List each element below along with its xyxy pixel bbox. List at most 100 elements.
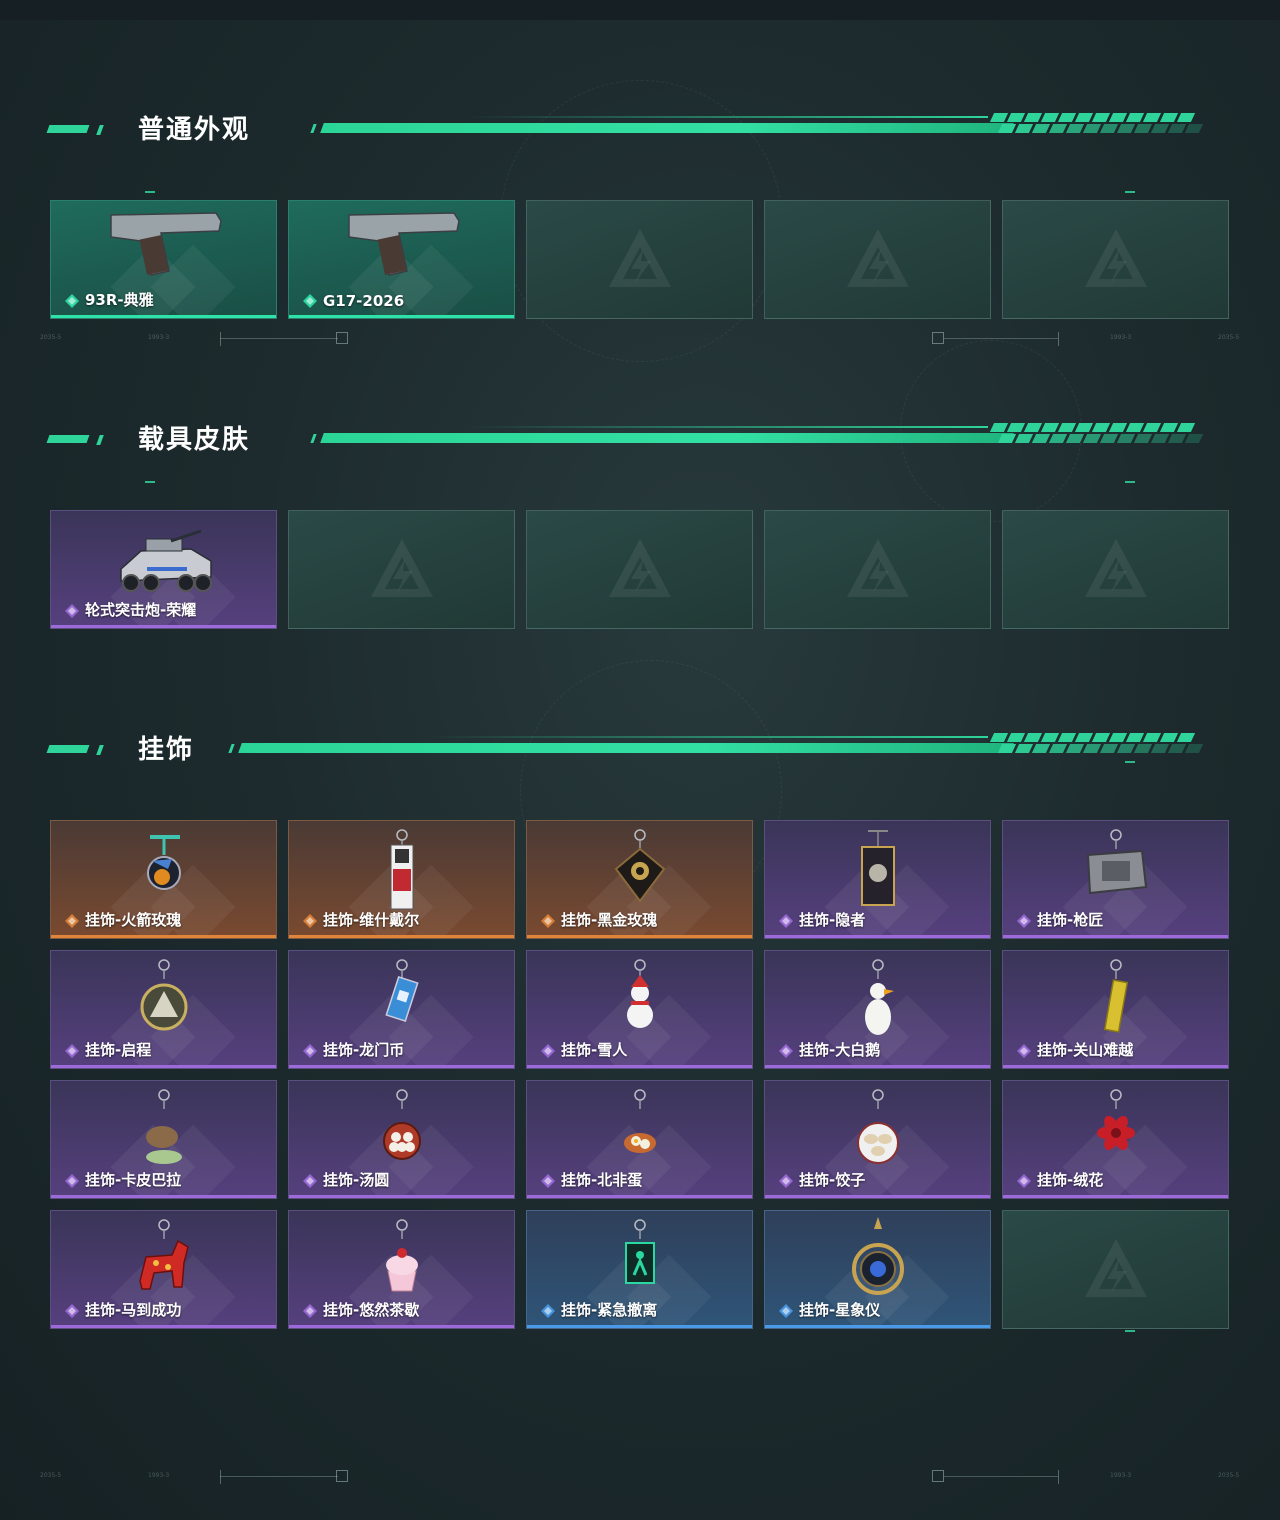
rarity-bar [51, 1195, 276, 1198]
item-card[interactable]: 挂饰-马到成功 [50, 1210, 277, 1329]
item-card[interactable]: G17-2026 [288, 200, 515, 319]
item-card[interactable]: 挂饰-隐者 [764, 820, 991, 939]
item-card[interactable]: 挂饰-黑金玫瑰 [526, 820, 753, 939]
checker-cell [1099, 124, 1119, 133]
item-card[interactable]: 挂饰-绒花 [1002, 1080, 1229, 1199]
checker-cell [1057, 423, 1077, 432]
item-label: 挂饰-枪匠 [1037, 911, 1104, 929]
checker-cell [1031, 124, 1051, 133]
item-card[interactable]: 挂饰-北非蛋 [526, 1080, 753, 1199]
charm-grid: 挂饰-火箭玫瑰 挂饰-维什戴尔 挂饰-黑金玫瑰 挂饰-隐者 挂饰-枪匠挂饰-启程 挂饰-龙… [50, 820, 1229, 1329]
empty-slot[interactable] [1002, 1210, 1229, 1329]
checker-cell [1167, 434, 1187, 443]
checker-cell [1048, 124, 1068, 133]
checker-cell [1108, 423, 1128, 432]
rarity-bar [527, 1065, 752, 1068]
checker-cell [1108, 733, 1128, 742]
game-logo-icon [609, 539, 671, 597]
item-label: 挂饰-龙门币 [323, 1041, 405, 1059]
item-card[interactable]: 轮式突击炮-荣耀 [50, 510, 277, 629]
rarity-diamond-icon [541, 914, 555, 928]
item-label: 挂饰-维什戴尔 [323, 911, 420, 929]
rarity-bar [51, 935, 276, 938]
empty-slot[interactable] [1002, 510, 1229, 629]
item-card[interactable]: 挂饰-龙门币 [288, 950, 515, 1069]
checker-cell [1065, 124, 1085, 133]
item-card[interactable]: 挂饰-紧急撤离 [526, 1210, 753, 1329]
item-card[interactable]: 挂饰-星象仪 [764, 1210, 991, 1329]
item-card[interactable]: 挂饰-大白鹅 [764, 950, 991, 1069]
corner-mark [1125, 481, 1135, 483]
header-deco [46, 125, 90, 133]
rarity-diamond-icon [779, 1174, 793, 1188]
checker-cell [1023, 423, 1043, 432]
hud-ruler: 2035-5 1993-3 1993-3 2035-5 [30, 332, 1250, 346]
checker-cell [1167, 124, 1187, 133]
item-card[interactable]: 挂饰-火箭玫瑰 [50, 820, 277, 939]
section-header-appearance: 普通外观 [46, 113, 1208, 149]
checker-cell [1082, 744, 1102, 753]
item-card[interactable]: 挂饰-卡皮巴拉 [50, 1080, 277, 1199]
rarity-bar [289, 1065, 514, 1068]
item-label: 挂饰-雪人 [561, 1041, 628, 1059]
header-bar [320, 123, 1014, 133]
empty-slot[interactable] [764, 510, 991, 629]
section-title: 载具皮肤 [138, 425, 251, 455]
item-label: 挂饰-绒花 [1037, 1171, 1104, 1189]
checker-cell [1133, 434, 1153, 443]
item-card[interactable]: 93R-典雅 [50, 200, 277, 319]
checker-cell [1184, 434, 1204, 443]
appearance-grid: 93R-典雅 G17-2026 [50, 200, 1229, 319]
rarity-diamond-icon [541, 1304, 555, 1318]
rarity-bar [51, 1065, 276, 1068]
rarity-bar [527, 1195, 752, 1198]
header-deco [310, 124, 317, 133]
checker-cell [1065, 744, 1085, 753]
item-card[interactable]: 挂饰-启程 [50, 950, 277, 1069]
checker-cell [1006, 733, 1026, 742]
header-deco [96, 745, 104, 755]
checker-cell [1057, 733, 1077, 742]
checker-cell [989, 113, 1009, 122]
header-deco [228, 744, 235, 753]
rarity-bar [289, 935, 514, 938]
item-label: 挂饰-卡皮巴拉 [85, 1171, 182, 1189]
game-logo-icon [1085, 539, 1147, 597]
item-card[interactable]: 挂饰-关山难越 [1002, 950, 1229, 1069]
empty-slot[interactable] [526, 200, 753, 319]
checker-cell [1159, 423, 1179, 432]
header-deco [96, 125, 104, 135]
checker-cell [1184, 124, 1204, 133]
checker-cell [1125, 733, 1145, 742]
item-card[interactable]: 挂饰-悠然茶歇 [288, 1210, 515, 1329]
rarity-diamond-icon [65, 294, 79, 308]
checker-cell [1142, 733, 1162, 742]
item-card[interactable]: 挂饰-维什戴尔 [288, 820, 515, 939]
game-logo-icon [371, 539, 433, 597]
section-title: 普通外观 [138, 115, 251, 145]
checker-cell [1116, 744, 1136, 753]
item-card[interactable]: 挂饰-枪匠 [1002, 820, 1229, 939]
header-bar [238, 743, 1014, 753]
item-label: 挂饰-大白鹅 [799, 1041, 881, 1059]
rarity-diamond-icon [1017, 1174, 1031, 1188]
rarity-bar [765, 1195, 990, 1198]
item-card[interactable]: 挂饰-饺子 [764, 1080, 991, 1199]
rarity-diamond-icon [1017, 914, 1031, 928]
game-logo-icon [847, 539, 909, 597]
checker-cell [1023, 733, 1043, 742]
vehicle-skin-grid: 轮式突击炮-荣耀 [50, 510, 1229, 629]
rarity-diamond-icon [65, 914, 79, 928]
item-card[interactable]: 挂饰-雪人 [526, 950, 753, 1069]
rarity-diamond-icon [65, 1304, 79, 1318]
empty-slot[interactable] [526, 510, 753, 629]
item-label: 挂饰-隐者 [799, 911, 866, 929]
empty-slot[interactable] [1002, 200, 1229, 319]
checker-pattern [989, 423, 1204, 445]
empty-slot[interactable] [288, 510, 515, 629]
checker-cell [1057, 113, 1077, 122]
item-label: 挂饰-星象仪 [799, 1301, 881, 1319]
corner-mark [145, 481, 155, 483]
empty-slot[interactable] [764, 200, 991, 319]
item-card[interactable]: 挂饰-汤圆 [288, 1080, 515, 1199]
